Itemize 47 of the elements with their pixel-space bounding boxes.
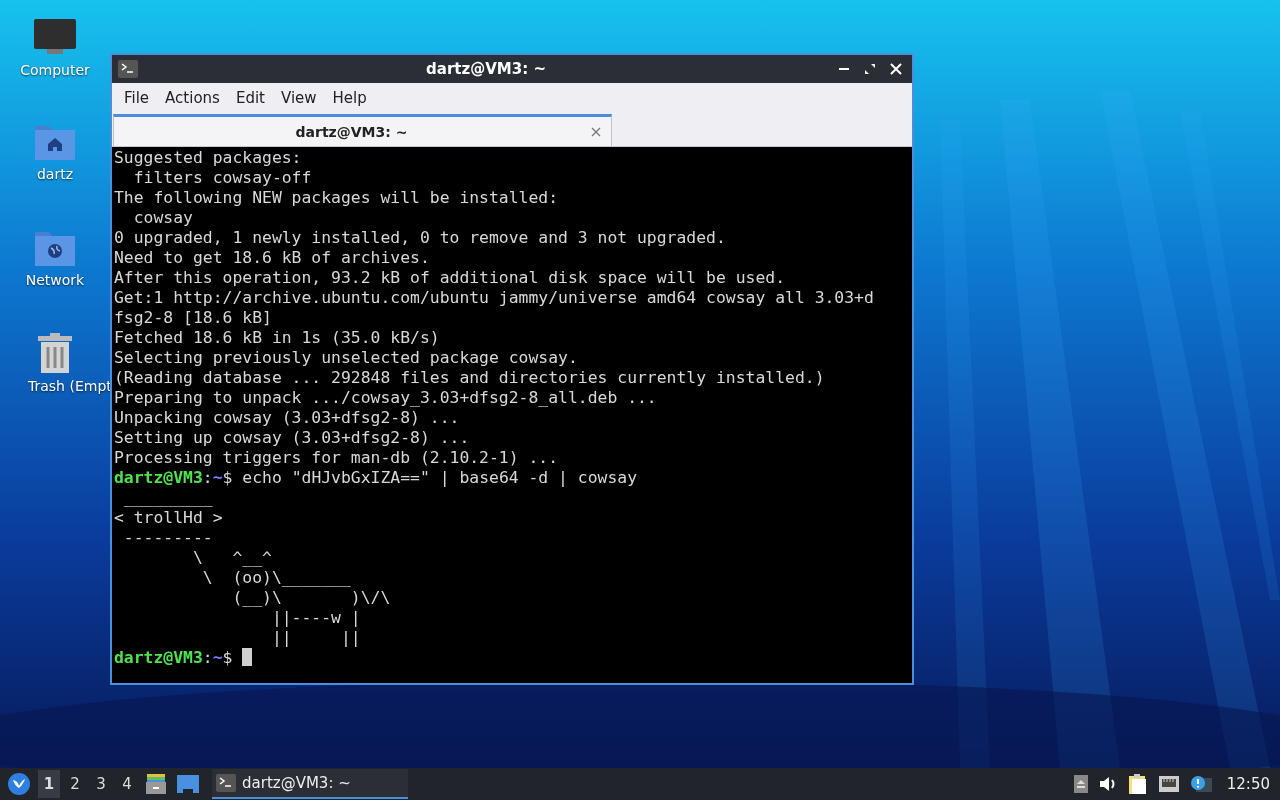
menu-item[interactable]: Edit <box>227 85 273 111</box>
workspace-button[interactable]: 4 <box>116 770 138 798</box>
prompt-line: dartz@VM3:~$ echo "dHJvbGxIZA==" | base64 -d | cowsay <box>114 468 639 488</box>
terminal-line: --------- <box>122 528 214 548</box>
tab-label: dartz@VM3: ~ <box>294 123 409 140</box>
menu-item[interactable]: File <box>116 85 158 111</box>
terminal-line: \ ^__^ <box>191 548 273 568</box>
terminal-line: || || <box>270 628 362 648</box>
workspace-button[interactable]: 1 <box>38 770 60 798</box>
terminal-line: (__)\ )\/\ <box>231 588 392 608</box>
menu-item[interactable]: Actions <box>157 85 228 111</box>
terminal-line: ||----w | <box>270 608 362 628</box>
terminal-line: 0 upgraded, 1 newly installed, 0 to remove and 3 not upgraded. <box>114 228 727 248</box>
terminal-line: Unpacking cowsay (3.03+dfsg2-8) ... <box>114 408 461 428</box>
terminal-line: Processing triggers for man-db (2.10.2-1) ... <box>114 448 560 468</box>
terminal-line: \ (oo)\_______ <box>201 568 352 588</box>
terminal-line: Need to get 18.6 kB of archives. <box>114 248 431 268</box>
terminal-line: Preparing to unpack .../cowsay_3.03+dfsg2-8_all.deb ... <box>114 388 658 408</box>
terminal-line: _________ <box>122 488 214 508</box>
workspace-button[interactable]: 2 <box>64 770 86 798</box>
terminal-line: < trollHd > <box>114 508 224 528</box>
terminal-line: Fetched 18.6 kB in 1s (35.0 kB/s) <box>114 328 441 348</box>
terminal-line: filters cowsay-off <box>132 168 313 188</box>
close-icon[interactable] <box>890 63 902 75</box>
terminal-line: (Reading database ... 292848 files and directories currently installed.) <box>114 368 826 388</box>
maximize-icon[interactable] <box>864 63 876 75</box>
terminal-line: The following NEW packages will be installed: <box>114 188 560 208</box>
prompt-line: dartz@VM3:~$ <box>114 648 910 668</box>
tab[interactable]: dartz@VM3: ~ <box>113 114 612 146</box>
desktop-icon-label[interactable]: Trash (Empt <box>28 378 112 394</box>
terminal-line: cowsay <box>132 208 194 228</box>
terminal-line: After this operation, 93.2 kB of additional disk space will be used. <box>114 268 787 288</box>
terminal-line: Selecting previously unselected package cowsay. <box>114 348 579 368</box>
terminal-line: Get:1 http://archive.ubuntu.com/ubuntu jammy/universe amd64 cowsay all 3.03+d <box>114 288 875 308</box>
menu-item[interactable]: View <box>272 85 325 111</box>
trash-icon <box>37 332 73 374</box>
terminal-line: Suggested packages: <box>114 148 303 168</box>
workspace-button[interactable]: 3 <box>90 770 112 798</box>
terminal-icon <box>118 60 138 78</box>
menu-item[interactable]: Help <box>324 85 375 111</box>
terminal-line: Setting up cowsay (3.03+dfsg2-8) ... <box>114 428 471 448</box>
desktop-icon-label[interactable]: Network <box>25 272 85 288</box>
task-button[interactable]: dartz@VM3: ~ <box>212 769 408 799</box>
clock[interactable]: 12:50 <box>1218 775 1276 793</box>
window-title: dartz@VM3: ~ <box>425 60 547 78</box>
terminal-icon <box>216 774 236 792</box>
terminal-line: fsg2-8 [18.6 kB] <box>114 308 273 328</box>
